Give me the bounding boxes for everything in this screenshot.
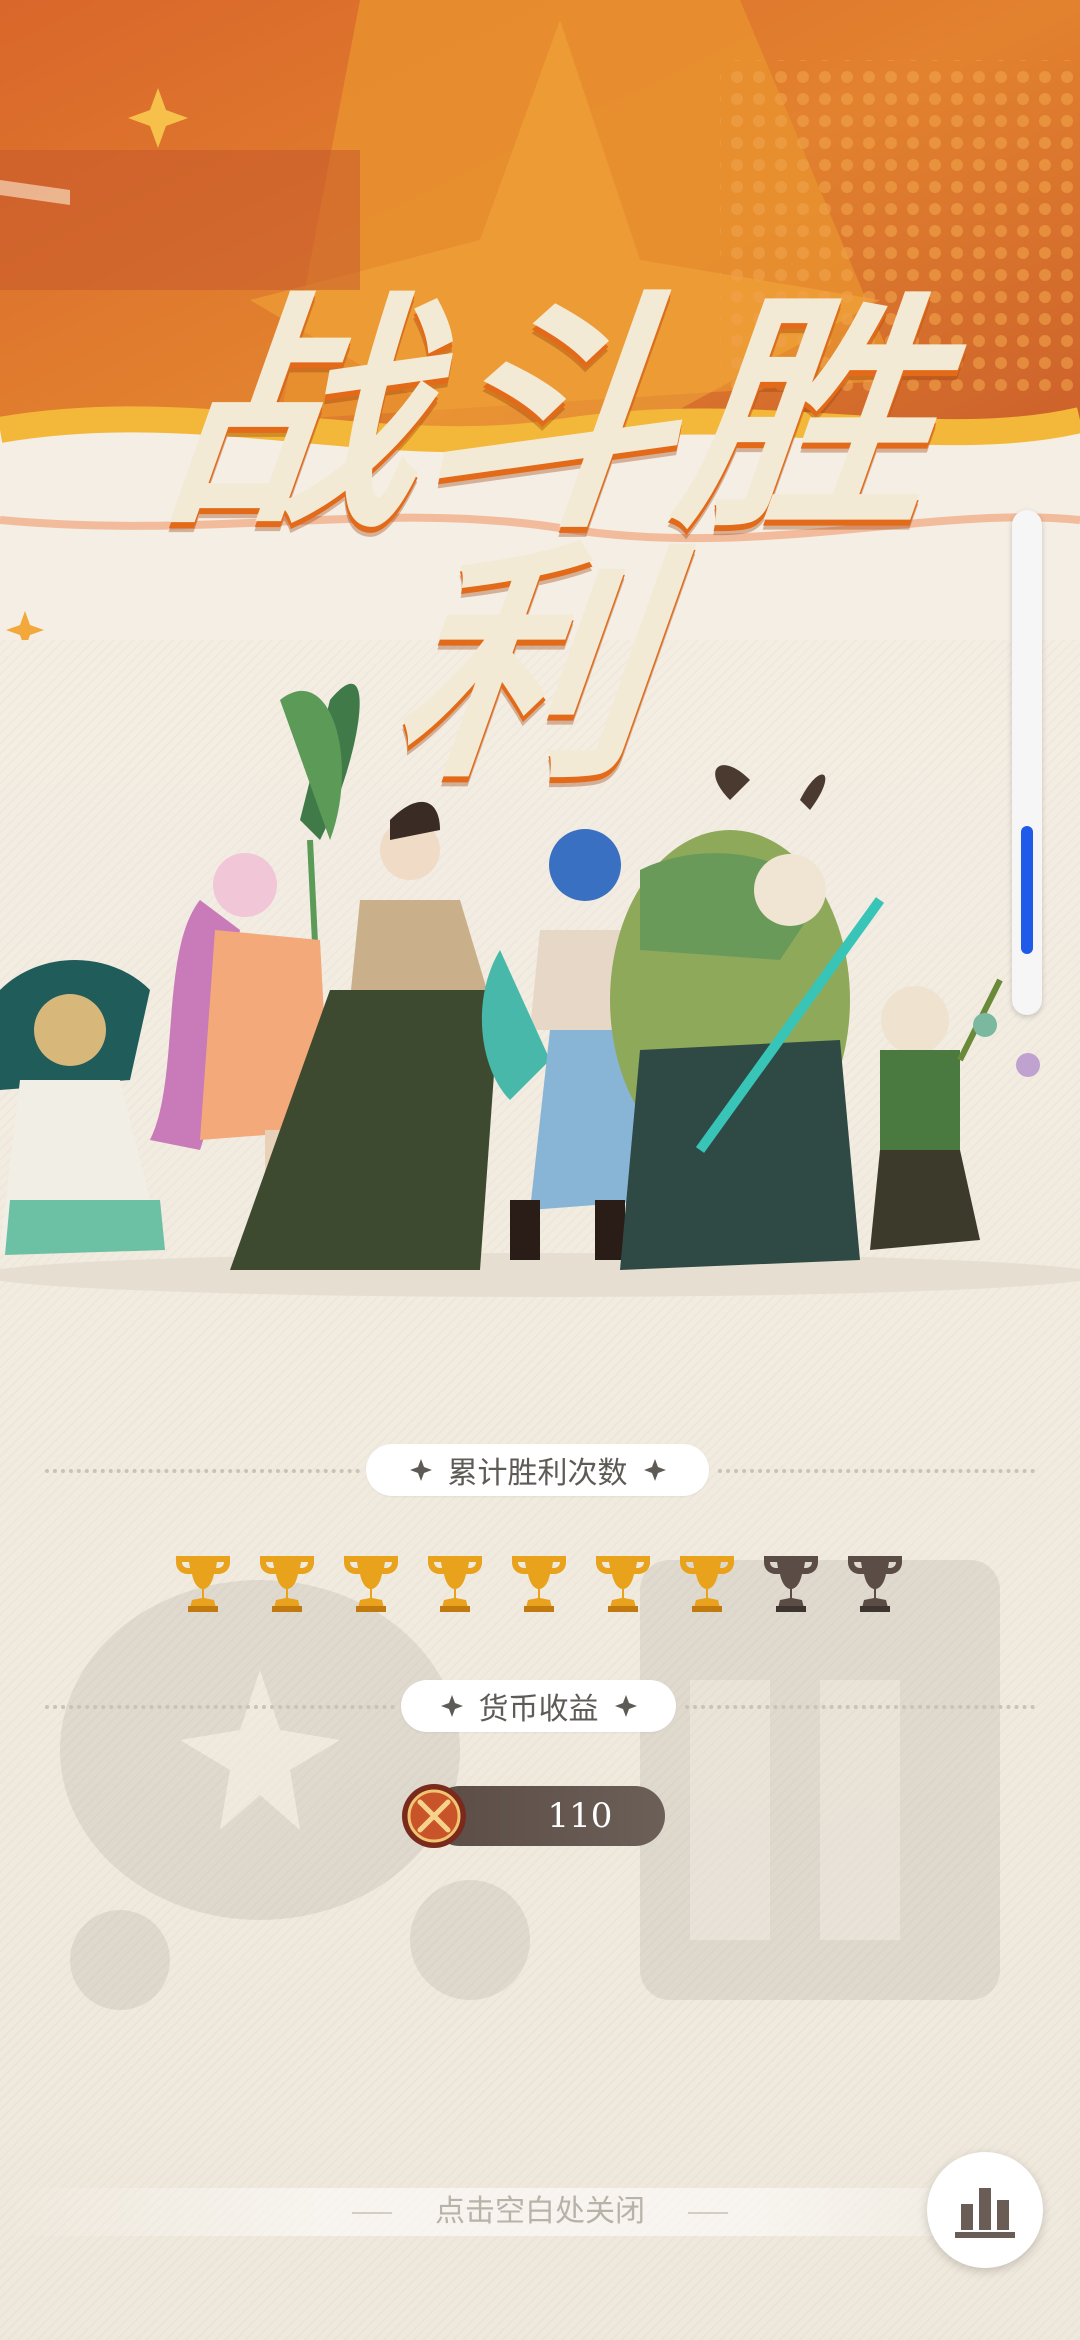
trophy-earned-icon xyxy=(176,1556,230,1612)
battle-victory-screen[interactable]: 战斗胜利 累计胜利次数 货币收益 110 点击空白处关闭 xyxy=(0,0,1080,2340)
divider-left xyxy=(45,1469,360,1473)
bar-chart-icon xyxy=(955,2188,1015,2238)
trophy-earned-icon xyxy=(680,1556,734,1612)
trophy-locked-icon xyxy=(848,1556,902,1612)
victory-count-label-pill: 累计胜利次数 xyxy=(366,1444,709,1496)
sparkle-left-icon xyxy=(409,1459,432,1481)
victory-count-label: 累计胜利次数 xyxy=(447,1456,628,1491)
currency-section: 货币收益 xyxy=(0,1676,1080,1736)
currency-reward: 110 xyxy=(400,1782,665,1848)
currency-label: 货币收益 xyxy=(478,1692,599,1727)
divider-right xyxy=(718,1469,1035,1473)
trophy-earned-icon xyxy=(596,1556,650,1612)
battle-stats-button[interactable] xyxy=(927,2152,1043,2268)
victory-count-section: 累计胜利次数 xyxy=(0,1440,1080,1500)
trophy-earned-icon xyxy=(512,1556,566,1612)
party-characters-illustration xyxy=(0,683,1080,1297)
sparkle-right-icon xyxy=(643,1459,666,1481)
sparkle-left-icon xyxy=(440,1695,463,1717)
divider-left xyxy=(45,1705,395,1709)
trophy-row xyxy=(168,1548,928,1618)
close-hint-text[interactable]: 点击空白处关闭 xyxy=(0,2188,1080,2236)
currency-label-pill: 货币收益 xyxy=(401,1680,676,1732)
crossed-swords-coin-icon xyxy=(402,1784,466,1848)
sparkle-right-icon xyxy=(614,1695,637,1717)
trophy-earned-icon xyxy=(260,1556,314,1612)
divider-right xyxy=(685,1705,1035,1709)
trophy-earned-icon xyxy=(344,1556,398,1612)
trophy-locked-icon xyxy=(764,1556,818,1612)
currency-value: 110 xyxy=(547,1796,613,1836)
trophy-earned-icon xyxy=(428,1556,482,1612)
